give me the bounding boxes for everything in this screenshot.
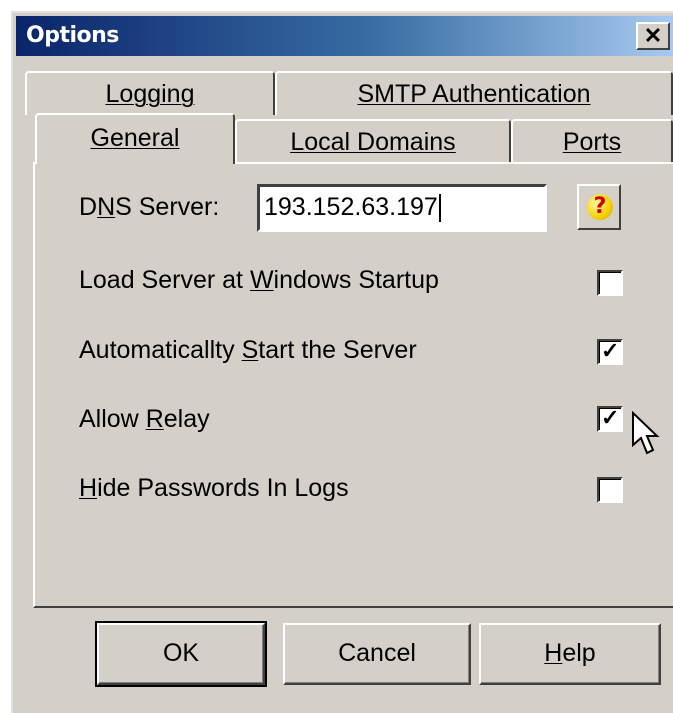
dns-server-label: DNS Server: [79,193,220,221]
tab-label: Ports [562,128,622,156]
tab-label: SMTP Authentication [357,80,591,108]
question-icon: ? [587,194,613,220]
tab-label: Local Domains [290,128,456,156]
tab-local-domains[interactable]: Local Domains [235,119,511,163]
hide-passwords-label: Hide Passwords In Logs [79,474,349,502]
dns-server-value: 193.152.63.197 [264,193,438,221]
tab-ports[interactable]: Ports [511,119,673,163]
tab-logging[interactable]: Logging [25,71,275,115]
close-button[interactable]: ✕ [636,22,670,50]
mouse-pointer-icon [632,411,660,455]
auto-start-server-label: Automaticallty Start the Server [79,336,417,364]
tab-label: General [90,124,180,152]
cancel-button[interactable]: Cancel [283,623,471,685]
tab-label: Logging [105,80,195,108]
auto-start-server-checkbox[interactable]: ✓ [597,338,623,365]
ok-button[interactable]: OK [95,621,267,687]
text-caret [438,194,441,223]
title-bar[interactable]: Options ✕ [16,16,673,56]
hide-passwords-checkbox[interactable] [597,477,623,503]
check-icon: ✓ [601,338,620,363]
close-icon: ✕ [643,23,663,48]
dns-help-button[interactable]: ? [577,184,621,230]
allow-relay-label: Allow Relay [79,405,210,433]
window-title: Options [26,23,119,48]
dns-server-input[interactable]: 193.152.63.197 [257,184,547,232]
load-at-startup-checkbox[interactable] [597,270,623,296]
check-icon: ✓ [601,405,620,430]
tab-general[interactable]: General [35,113,235,164]
options-dialog: Options ✕ Logging SMTP Authentication Ge… [11,11,673,713]
tab-smtp-authentication[interactable]: SMTP Authentication [275,71,673,115]
allow-relay-checkbox[interactable]: ✓ [597,405,623,432]
load-at-startup-label: Load Server at Windows Startup [79,266,439,294]
help-button[interactable]: Help [479,623,661,685]
